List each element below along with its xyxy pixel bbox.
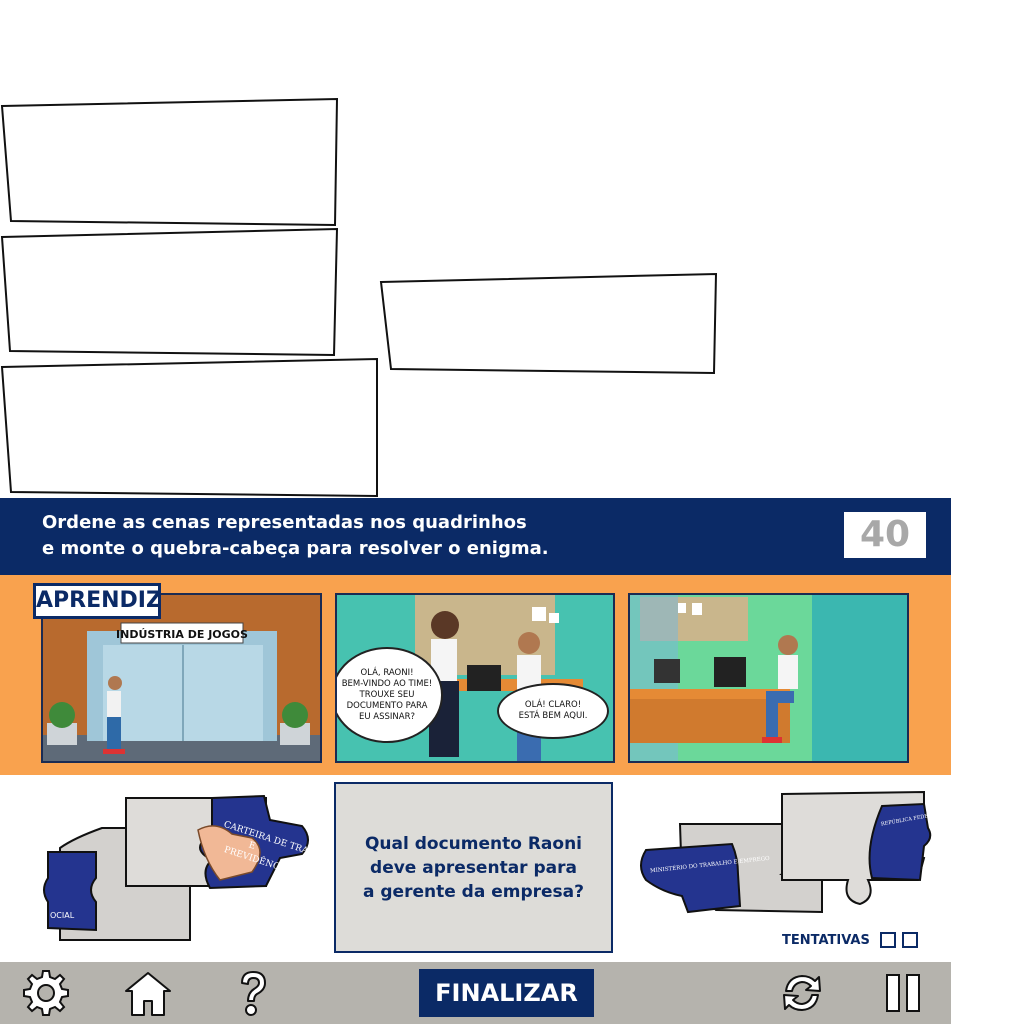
instruction-bar: Ordene as cenas representadas nos quadri… [0,498,951,575]
bubble-left-line: DOCUMENTO PARA [346,700,428,711]
score-counter: 40 [844,512,926,558]
comic-panel-2[interactable]: OLÁ, RAONI! BEM-VINDO AO TIME! TROUXE SE… [335,593,615,763]
factory-sign: INDÚSTRIA DE JOGOS [116,628,248,641]
bubble-right-line: ESTÁ BEM AQUI. [518,711,588,721]
home-icon[interactable] [122,967,174,1019]
instruction-line-1: Ordene as cenas representadas nos quadri… [42,512,527,533]
speech-bubble-left: OLÁ, RAONI! BEM-VINDO AO TIME! TROUXE SE… [337,647,443,743]
bubble-right-line: OLÁ! CLARO! [524,700,582,710]
drop-slots [0,97,718,498]
gear-icon[interactable] [20,967,72,1019]
panel-1-scene: INDÚSTRIA DE JOGOS [43,595,320,761]
drop-slot-1[interactable] [0,97,339,227]
riddle-card: Qual documento Raoni deve apresentar par… [334,782,613,953]
refresh-icon[interactable] [776,967,828,1019]
bubble-left-line: OLÁ, RAONI! [360,667,414,678]
instruction-line-2: e monte o quebra-cabeça para resolver o … [42,538,549,559]
attempt-box-2 [901,932,918,948]
puzzle-piece-small-text: OCIAL [50,911,75,920]
puzzle-piece-blue-left[interactable] [640,842,742,914]
bubble-left-line: TROUXE SEU [359,689,415,700]
aprendiz-logo: APRENDIZ [33,583,162,619]
comic-strip: APRENDIZ INDÚSTRIA DE JOGOS OLÁ, RAONI! … [0,575,951,775]
riddle-line-3: a gerente da empresa? [362,881,585,902]
attempts-label: TENTATIVAS [782,932,870,948]
drop-slot-4[interactable] [379,272,718,375]
drop-slot-3[interactable] [0,357,378,498]
bubble-left-line: BEM-VINDO AO TIME! [341,678,433,689]
bubble-left-line: EU ASSINAR? [359,711,415,722]
pause-icon[interactable] [877,967,929,1019]
drop-slot-2[interactable] [0,227,339,357]
riddle-question: Qual documento Raoni deve apresentar par… [363,832,584,904]
question-icon[interactable] [226,967,278,1019]
riddle-line-1: Qual documento Raoni [364,833,583,854]
puzzle-pieces-right[interactable]: MINISTÉRIO DO TRABALHO E EMPREGO REPÚBLI… [632,788,932,918]
speech-bubble-right: OLÁ! CLARO! ESTÁ BEM AQUI. [497,683,609,739]
panel-3-scene [630,595,907,761]
attempt-box-1 [879,932,896,948]
instruction-text: Ordene as cenas representadas nos quadri… [42,510,549,562]
attempts-indicator: TENTATIVAS [782,932,918,948]
puzzle-pieces-left[interactable]: OCIAL CARTEIRA DE TRABALHO E PREVIDÊNCIA [40,790,325,950]
riddle-line-2: deve apresentar para [370,857,577,878]
bottom-toolbar: FINALIZAR [0,962,951,1024]
finalize-button[interactable]: FINALIZAR [419,969,594,1017]
comic-panel-3[interactable] [628,593,909,763]
